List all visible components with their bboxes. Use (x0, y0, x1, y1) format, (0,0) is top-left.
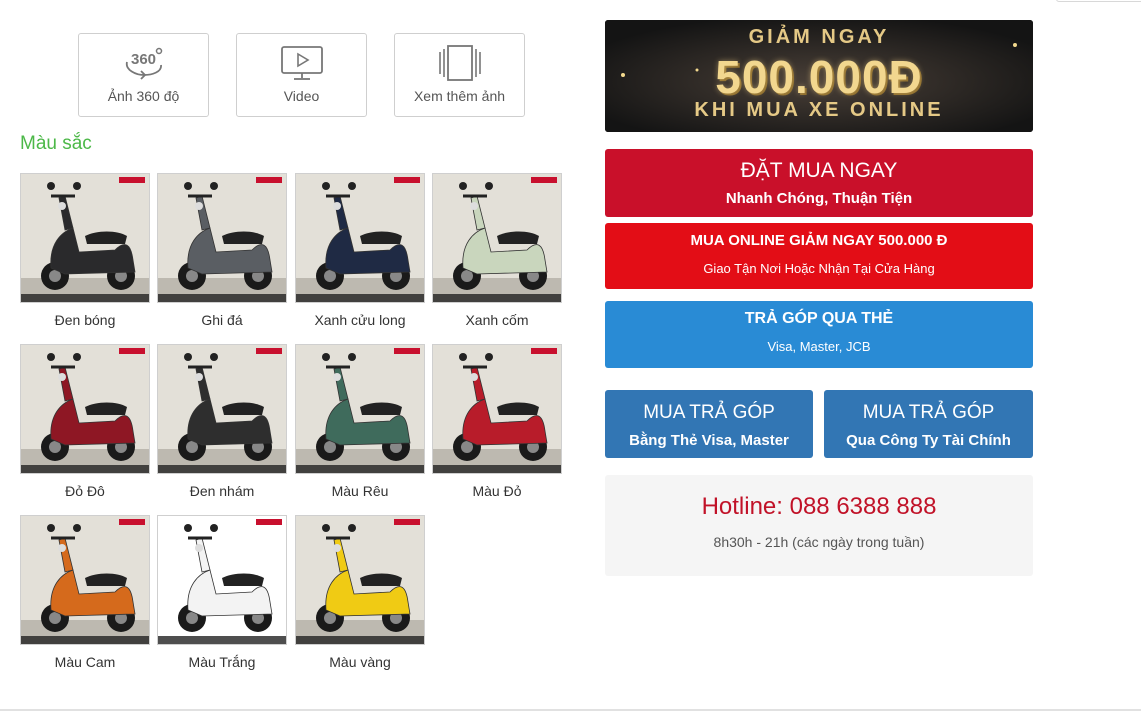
scooter-thumbnail (20, 344, 150, 474)
scooter-image (296, 345, 424, 473)
scooter-thumbnail (20, 173, 150, 303)
installment-finance-button[interactable]: MUA TRẢ GÓP Qua Công Ty Tài Chính (824, 390, 1033, 458)
hotline-box: Hotline: 088 6388 888 8h30h - 21h (các n… (605, 475, 1033, 576)
more-photos-label: Xem thêm ảnh (413, 88, 506, 104)
color-name-label: Đen bóng (54, 312, 116, 328)
scooter-image (21, 174, 149, 302)
top-right-tab (1056, 0, 1141, 2)
card-installment-button[interactable]: TRẢ GÓP QUA THẺ Visa, Master, JCB (605, 301, 1033, 368)
scooter-thumbnail (157, 344, 287, 474)
rotate-360-icon: 360 (79, 44, 208, 82)
promo-line-3: KHI MUA XE ONLINE (694, 99, 944, 121)
installment-visa-button[interactable]: MUA TRẢ GÓP Bằng Thẻ Visa, Master (605, 390, 813, 458)
color-swatch[interactable]: Đen bóng (20, 173, 150, 328)
scooter-thumbnail (20, 515, 150, 645)
color-swatch[interactable]: Xanh cốm (432, 173, 562, 328)
scooter-thumbnail (295, 173, 425, 303)
order-now-title: ĐẶT MUA NGAY (740, 159, 898, 182)
order-now-subtitle: Nhanh Chóng, Thuận Tiện (725, 190, 913, 207)
scooter-thumbnail (432, 173, 562, 303)
more-photos-button[interactable]: Xem thêm ảnh (394, 33, 525, 117)
buy-online-title: MUA ONLINE GIẢM NGAY 500.000 Đ (690, 232, 948, 249)
scooter-image (158, 174, 286, 302)
scooter-thumbnail (157, 515, 287, 645)
scooter-thumbnail (295, 515, 425, 645)
color-name-label: Màu Trắng (188, 654, 256, 670)
color-swatch[interactable]: Màu Rêu (295, 344, 425, 499)
svg-text:360: 360 (131, 51, 156, 68)
color-name-label: Màu Rêu (331, 483, 389, 499)
color-name-label: Màu Đỏ (472, 483, 522, 499)
photo-360-label: Ảnh 360 độ (107, 88, 180, 104)
scooter-image (158, 516, 286, 644)
color-swatch[interactable]: Đen nhám (157, 344, 287, 499)
scooter-image (433, 345, 561, 473)
buy-online-subtitle: Giao Tận Nơi Hoặc Nhận Tại Cửa Hàng (703, 261, 935, 276)
color-swatch[interactable]: Ghi đá (157, 173, 287, 328)
card-installment-subtitle: Visa, Master, JCB (767, 339, 871, 354)
video-monitor-icon (237, 44, 366, 82)
color-swatch[interactable]: Màu vàng (295, 515, 425, 670)
color-swatch[interactable]: Màu Đỏ (432, 344, 562, 499)
scooter-thumbnail (157, 173, 287, 303)
order-now-button[interactable]: ĐẶT MUA NGAY Nhanh Chóng, Thuận Tiện (605, 149, 1033, 217)
scooter-image (433, 174, 561, 302)
scooter-image (21, 516, 149, 644)
installment-visa-subtitle: Bằng Thẻ Visa, Master (629, 432, 789, 449)
installment-finance-subtitle: Qua Công Ty Tài Chính (846, 432, 1011, 449)
colors-section-title: Màu sắc (20, 133, 92, 154)
color-swatch[interactable]: Đỏ Đô (20, 344, 150, 499)
color-name-label: Ghi đá (201, 312, 243, 328)
hotline-number[interactable]: Hotline: 088 6388 888 (605, 493, 1033, 521)
color-name-label: Màu Cam (54, 654, 116, 670)
scooter-thumbnail (432, 344, 562, 474)
scooter-image (296, 174, 424, 302)
color-name-label: Xanh cửu long (314, 312, 406, 328)
color-name-label: Xanh cốm (465, 312, 529, 328)
scooter-image (296, 516, 424, 644)
promo-line-1: GIẢM NGAY (748, 26, 890, 48)
color-swatch[interactable]: Xanh cửu long (295, 173, 425, 328)
video-label: Video (283, 88, 320, 104)
photo-360-button[interactable]: 360 Ảnh 360 độ (78, 33, 209, 117)
card-installment-title: TRẢ GÓP QUA THẺ (744, 310, 894, 327)
scooter-image (21, 345, 149, 473)
video-button[interactable]: Video (236, 33, 367, 117)
scooter-thumbnail (295, 344, 425, 474)
color-name-label: Đỏ Đô (65, 483, 105, 499)
hotline-hours: 8h30h - 21h (các ngày trong tuần) (713, 534, 925, 550)
color-name-label: Đen nhám (189, 483, 255, 499)
scooter-image (158, 345, 286, 473)
color-swatch[interactable]: Màu Trắng (157, 515, 287, 670)
color-name-label: Màu vàng (329, 654, 391, 670)
promo-line-2: 500.000Đ (715, 51, 923, 103)
installment-visa-title: MUA TRẢ GÓP (643, 402, 775, 423)
buy-online-button[interactable]: MUA ONLINE GIẢM NGAY 500.000 Đ Giao Tận … (605, 223, 1033, 289)
gallery-icon (395, 44, 524, 82)
color-swatch[interactable]: Màu Cam (20, 515, 150, 670)
installment-finance-title: MUA TRẢ GÓP (862, 402, 995, 423)
promo-banner[interactable]: GIẢM NGAY 500.000Đ KHI MUA XE ONLINE (605, 20, 1033, 132)
